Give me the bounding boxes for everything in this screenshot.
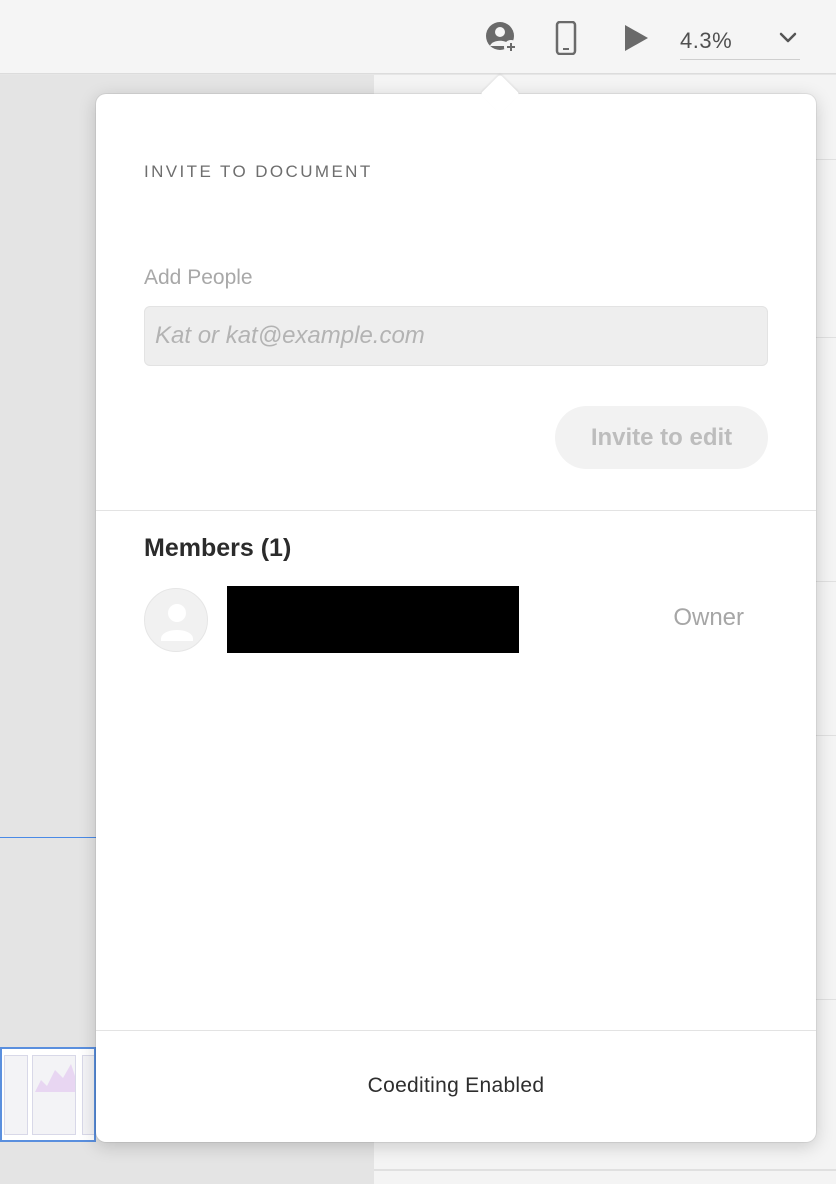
- member-name-redacted: [227, 586, 519, 653]
- chart-thumb-icon: [35, 1064, 75, 1092]
- member-role: Owner: [673, 604, 744, 631]
- mobile-device-icon: [555, 21, 577, 55]
- panel-divider: [374, 1169, 836, 1171]
- members-heading: Members (1): [144, 534, 292, 562]
- member-row: Owner: [144, 586, 768, 653]
- invite-to-edit-button[interactable]: Invite to edit: [555, 406, 768, 469]
- popover-title: INVITE TO DOCUMENT: [144, 162, 373, 181]
- user-add-icon: [486, 22, 518, 54]
- artboard-thumb: [32, 1055, 76, 1135]
- invite-button[interactable]: [482, 18, 522, 58]
- zoom-dropdown[interactable]: 4.3%: [680, 22, 800, 60]
- artboard-thumb: [82, 1055, 94, 1135]
- artboard-thumb: [4, 1055, 28, 1135]
- zoom-value: 4.3%: [680, 27, 733, 53]
- toolbar: 4.3%: [0, 0, 836, 74]
- selection-guide: [0, 837, 96, 838]
- artboard-thumbnails[interactable]: [0, 1047, 96, 1142]
- device-preview-button[interactable]: [546, 18, 586, 58]
- section-divider: [96, 510, 816, 511]
- invite-email-input[interactable]: [144, 306, 768, 366]
- invite-popover: INVITE TO DOCUMENT Add People Invite to …: [96, 74, 816, 1142]
- coediting-status: Coediting Enabled: [367, 1074, 545, 1097]
- footer-divider: [96, 1030, 816, 1031]
- play-icon: [625, 25, 648, 51]
- default-user-icon: [161, 604, 193, 641]
- chevron-down-icon: [779, 32, 797, 43]
- avatar: [144, 588, 208, 652]
- play-button[interactable]: [616, 18, 656, 58]
- add-people-label: Add People: [144, 266, 253, 289]
